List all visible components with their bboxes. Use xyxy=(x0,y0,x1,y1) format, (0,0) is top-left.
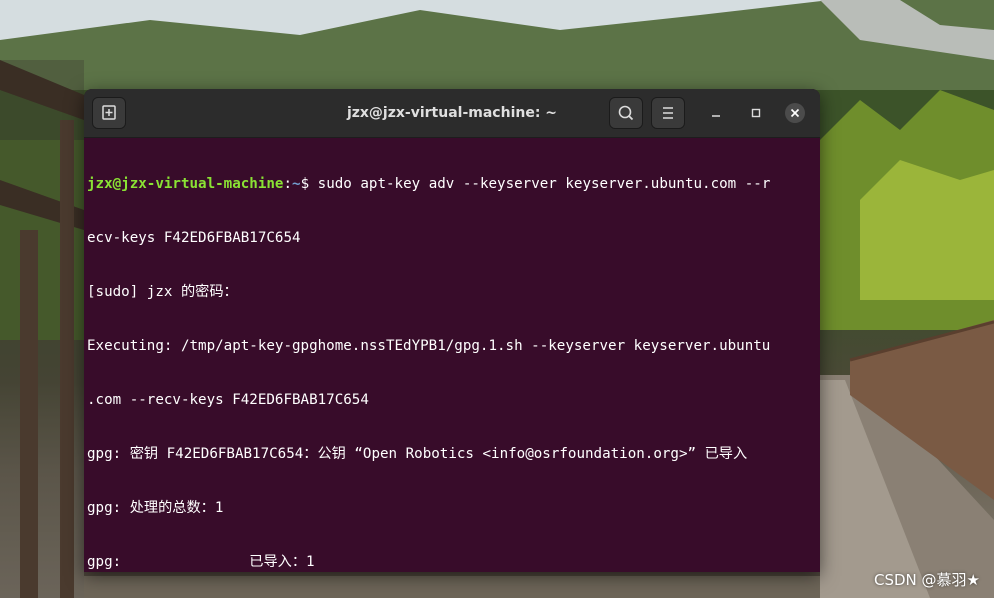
prompt-path: ~ xyxy=(292,176,301,192)
terminal-titlebar[interactable]: jzx@jzx-virtual-machine: ~ xyxy=(84,89,820,138)
new-tab-button[interactable] xyxy=(92,97,126,129)
watermark-text: CSDN @慕羽★ xyxy=(874,571,980,589)
desktop-background: jzx@jzx-virtual-machine: ~ jzx@jzx-virtu… xyxy=(0,0,994,598)
output-line: gpg: 密钥 F42ED6FBAB17C654：公钥 “Open Roboti… xyxy=(87,446,748,462)
output-line: Executing: /tmp/apt-key-gpghome.nssTEdYP… xyxy=(87,338,771,354)
command-text: sudo apt-key adv --keyserver keyserver.u… xyxy=(317,176,771,192)
menu-button[interactable] xyxy=(651,97,685,129)
close-icon xyxy=(790,108,800,118)
maximize-icon xyxy=(751,108,761,118)
hamburger-menu-icon xyxy=(663,107,673,119)
window-title: jzx@jzx-virtual-machine: ~ xyxy=(346,105,558,121)
prompt-symbol: $ xyxy=(300,176,318,192)
terminal-window: jzx@jzx-virtual-machine: ~ jzx@jzx-virtu… xyxy=(84,89,820,572)
minimize-button[interactable] xyxy=(706,103,726,123)
search-icon xyxy=(618,105,634,121)
command-line: jzx@jzx-virtual-machine:~$ sudo apt-key … xyxy=(87,175,815,193)
close-button[interactable] xyxy=(785,103,805,123)
prompt-user: jzx@jzx-virtual-machine xyxy=(87,176,284,192)
command-line-wrap: ecv-keys F42ED6FBAB17C654 xyxy=(87,230,301,246)
minimize-icon xyxy=(712,115,720,117)
output-line: gpg: 处理的总数：1 xyxy=(87,500,224,516)
prompt-separator: : xyxy=(283,176,293,192)
maximize-button[interactable] xyxy=(746,103,766,123)
new-tab-icon xyxy=(102,105,116,120)
output-line: gpg: 已导入：1 xyxy=(87,554,315,570)
search-button[interactable] xyxy=(609,97,643,129)
output-line: [sudo] jzx 的密码： xyxy=(87,284,238,300)
terminal-output-area[interactable]: jzx@jzx-virtual-machine:~$ sudo apt-key … xyxy=(87,139,815,570)
output-line: .com --recv-keys F42ED6FBAB17C654 xyxy=(87,392,369,408)
